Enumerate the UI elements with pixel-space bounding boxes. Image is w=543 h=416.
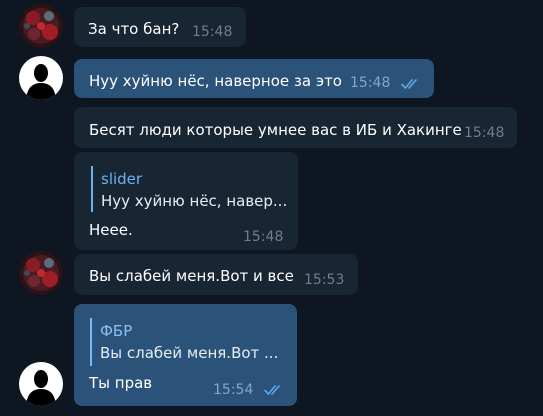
message-bubble[interactable]: slider Нуу хуйню нёс, навер... Нeee. 15:…: [74, 152, 298, 250]
contact-avatar[interactable]: [19, 4, 63, 48]
reply-text: Нуу хуйню нёс, навер...: [101, 192, 288, 210]
chat-area: За что бан? 15:48 Нуу хуйню нёс, наверно…: [0, 0, 543, 416]
message-bubble[interactable]: Нуу хуйню нёс, наверное за это 15:48: [74, 59, 434, 98]
message-time: 15:48: [192, 24, 233, 40]
message-time: 15:48: [243, 229, 284, 245]
message-text: Нeee.: [89, 221, 133, 239]
message-bubble[interactable]: ФБР Вы слабей меня.Вот ... Ты прав 15:54: [74, 304, 297, 406]
reply-quote[interactable]: ФБР Вы слабей меня.Вот ...: [90, 318, 290, 366]
message-time: 15:54: [213, 382, 254, 398]
contact-avatar[interactable]: [19, 251, 63, 295]
message-text: Ты прав: [89, 374, 153, 392]
reply-author: slider: [101, 170, 143, 188]
message-text: Нуу хуйню нёс, наверное за это: [89, 72, 342, 90]
message-bubble[interactable]: Бесят люди которые умнее вас в ИБ и Хаки…: [74, 107, 517, 148]
message-time: 15:48: [350, 75, 391, 91]
message-bubble[interactable]: Вы слабей меня.Вот и все 15:53: [74, 254, 358, 295]
own-avatar[interactable]: [19, 56, 63, 100]
double-check-icon: [264, 385, 280, 395]
message-text: За что бан?: [88, 20, 180, 38]
message-text: Вы слабей меня.Вот и все: [89, 267, 294, 285]
message-bubble[interactable]: За что бан? 15:48: [74, 7, 246, 47]
reply-quote[interactable]: slider Нуу хуйню нёс, навер...: [91, 166, 291, 212]
double-check-icon: [401, 79, 417, 89]
reply-author: ФБР: [100, 322, 133, 340]
own-avatar[interactable]: [19, 362, 63, 406]
message-text: Бесят люди которые умнее вас в ИБ и Хаки…: [89, 121, 462, 139]
reply-text: Вы слабей меня.Вот ...: [100, 344, 279, 362]
message-time: 15:48: [464, 125, 505, 141]
message-time: 15:53: [304, 272, 345, 288]
